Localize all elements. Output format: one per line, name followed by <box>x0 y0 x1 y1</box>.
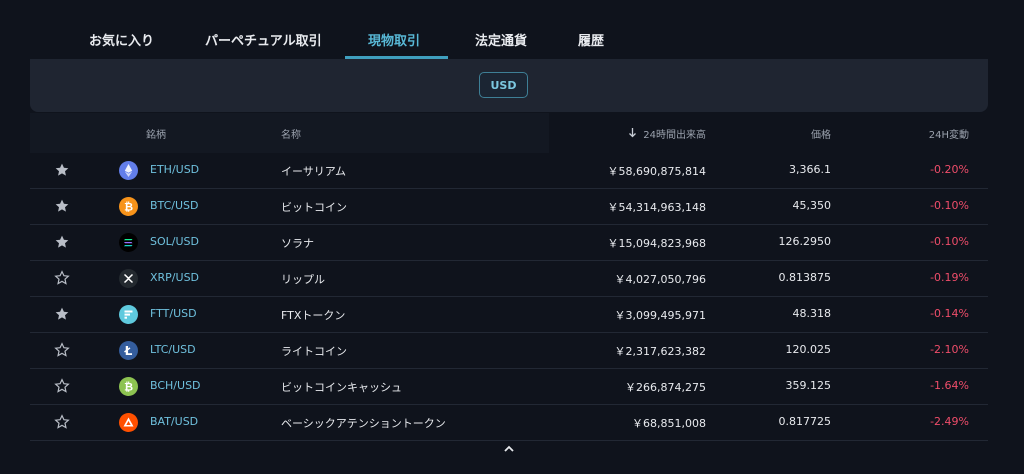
volume-24h: ￥15,094,823,968 <box>607 237 706 250</box>
svg-text:₿: ₿ <box>124 381 133 394</box>
header-volume[interactable]: 24時間出来高 <box>628 126 706 141</box>
chevron-up-icon[interactable] <box>502 440 516 452</box>
star-filled-icon[interactable] <box>54 198 70 214</box>
star-filled-icon[interactable] <box>54 234 70 250</box>
svg-text:Ł: Ł <box>124 344 133 358</box>
star-outline-icon[interactable] <box>54 270 70 286</box>
pair-symbol[interactable]: SOL/USD <box>150 235 199 248</box>
star-filled-icon[interactable] <box>54 162 70 178</box>
tab-perpetual[interactable]: パーペチュアル取引 <box>205 30 322 49</box>
table-body: ETH/USD イーサリアム ￥58,690,875,814 3,366.1 -0.20… <box>30 153 988 441</box>
pair-symbol[interactable]: FTT/USD <box>150 307 197 320</box>
tab-spot[interactable]: 現物取引 <box>368 30 420 49</box>
coin-name: ビットコイン <box>281 201 347 214</box>
price: 0.813875 <box>778 271 832 284</box>
star-filled-icon[interactable] <box>54 306 70 322</box>
xrp-icon <box>119 269 138 288</box>
table-row[interactable]: FTT/USD FTXトークン ￥3,099,495,971 48.318 -0.14% <box>30 297 988 333</box>
pair-symbol[interactable]: ETH/USD <box>150 163 199 176</box>
volume-24h: ￥68,851,008 <box>632 417 706 430</box>
price: 126.2950 <box>778 235 832 248</box>
header-name[interactable]: 名称 <box>281 126 301 141</box>
table-row[interactable]: XRP/USD リップル ￥4,027,050,796 0.813875 -0.19% <box>30 261 988 297</box>
price: 3,366.1 <box>789 163 831 176</box>
volume-24h: ￥3,099,495,971 <box>614 309 706 322</box>
volume-24h: ￥58,690,875,814 <box>607 165 706 178</box>
price: 0.817725 <box>778 415 832 428</box>
volume-24h: ￥4,027,050,796 <box>614 273 706 286</box>
change-24h: -0.10% <box>930 235 969 248</box>
currency-filter-panel: USD <box>30 59 988 112</box>
coin-name: FTXトークン <box>281 309 346 322</box>
pair-symbol[interactable]: BTC/USD <box>150 199 199 212</box>
tab-fiat[interactable]: 法定通貨 <box>475 30 527 49</box>
header-symbol[interactable]: 銘柄 <box>146 126 166 141</box>
change-24h: -0.19% <box>930 271 969 284</box>
star-outline-icon[interactable] <box>54 342 70 358</box>
price: 48.318 <box>792 307 832 320</box>
pair-symbol[interactable]: XRP/USD <box>150 271 199 284</box>
price: 45,350 <box>792 199 832 212</box>
pair-symbol[interactable]: BAT/USD <box>150 415 198 428</box>
sol-icon <box>119 233 138 252</box>
coin-name: ビットコインキャッシュ <box>281 381 402 394</box>
pair-symbol[interactable]: BCH/USD <box>150 379 201 392</box>
bat-icon <box>119 413 138 432</box>
pair-symbol[interactable]: LTC/USD <box>150 343 196 356</box>
usd-filter-button[interactable]: USD <box>479 72 528 98</box>
table-row[interactable]: ₿ BCH/USD ビットコインキャッシュ ￥266,874,275 359.125 -1… <box>30 369 988 405</box>
change-24h: -2.49% <box>930 415 969 428</box>
tab-favorites[interactable]: お気に入り <box>89 30 154 49</box>
arrow-down-icon <box>628 127 637 141</box>
change-24h: -1.64% <box>930 379 969 392</box>
price: 120.025 <box>785 343 832 356</box>
header-change[interactable]: 24H変動 <box>929 126 969 141</box>
coin-name: ベーシックアテンショントークン <box>281 417 446 430</box>
ltc-icon: Ł <box>119 341 138 360</box>
svg-text:₿: ₿ <box>124 201 133 214</box>
tab-history[interactable]: 履歴 <box>578 30 604 49</box>
table-row[interactable]: Ł LTC/USD ライトコイン ￥2,317,623,382 120.025 -2.10… <box>30 333 988 369</box>
coin-name: イーサリアム <box>281 165 347 178</box>
price: 359.125 <box>785 379 832 392</box>
coin-name: ライトコイン <box>281 345 347 358</box>
coin-name: リップル <box>281 273 325 286</box>
volume-24h: ￥266,874,275 <box>625 381 706 394</box>
header-volume-label: 24時間出来高 <box>643 130 706 141</box>
table-row[interactable]: ₿ BTC/USD ビットコイン ￥54,314,963,148 45,350 -0.10… <box>30 189 988 225</box>
change-24h: -0.10% <box>930 199 969 212</box>
table-row[interactable]: BAT/USD ベーシックアテンショントークン ￥68,851,008 0.81772… <box>30 405 988 441</box>
star-outline-icon[interactable] <box>54 414 70 430</box>
table-header: 銘柄 名称 24時間出来高 価格 24H変動 <box>30 113 988 153</box>
sorted-column-highlight <box>549 113 988 153</box>
header-price[interactable]: 価格 <box>811 126 831 141</box>
table-row[interactable]: SOL/USD ソラナ ￥15,094,823,968 126.2950 -0.10% <box>30 225 988 261</box>
bch-icon: ₿ <box>119 377 138 396</box>
tab-bar: お気に入り パーペチュアル取引 現物取引 法定通貨 履歴 <box>0 0 1024 60</box>
market-table: 銘柄 名称 24時間出来高 価格 24H変動 ETH/USD イーサリアム ￥58,… <box>30 113 988 441</box>
change-24h: -2.10% <box>930 343 969 356</box>
volume-24h: ￥2,317,623,382 <box>614 345 706 358</box>
ftt-icon <box>119 305 138 324</box>
change-24h: -0.20% <box>930 163 969 176</box>
star-outline-icon[interactable] <box>54 378 70 394</box>
coin-name: ソラナ <box>281 237 314 250</box>
volume-24h: ￥54,314,963,148 <box>607 201 706 214</box>
change-24h: -0.14% <box>930 307 969 320</box>
table-row[interactable]: ETH/USD イーサリアム ￥58,690,875,814 3,366.1 -0.20… <box>30 153 988 189</box>
eth-icon <box>119 161 138 180</box>
btc-icon: ₿ <box>119 197 138 216</box>
